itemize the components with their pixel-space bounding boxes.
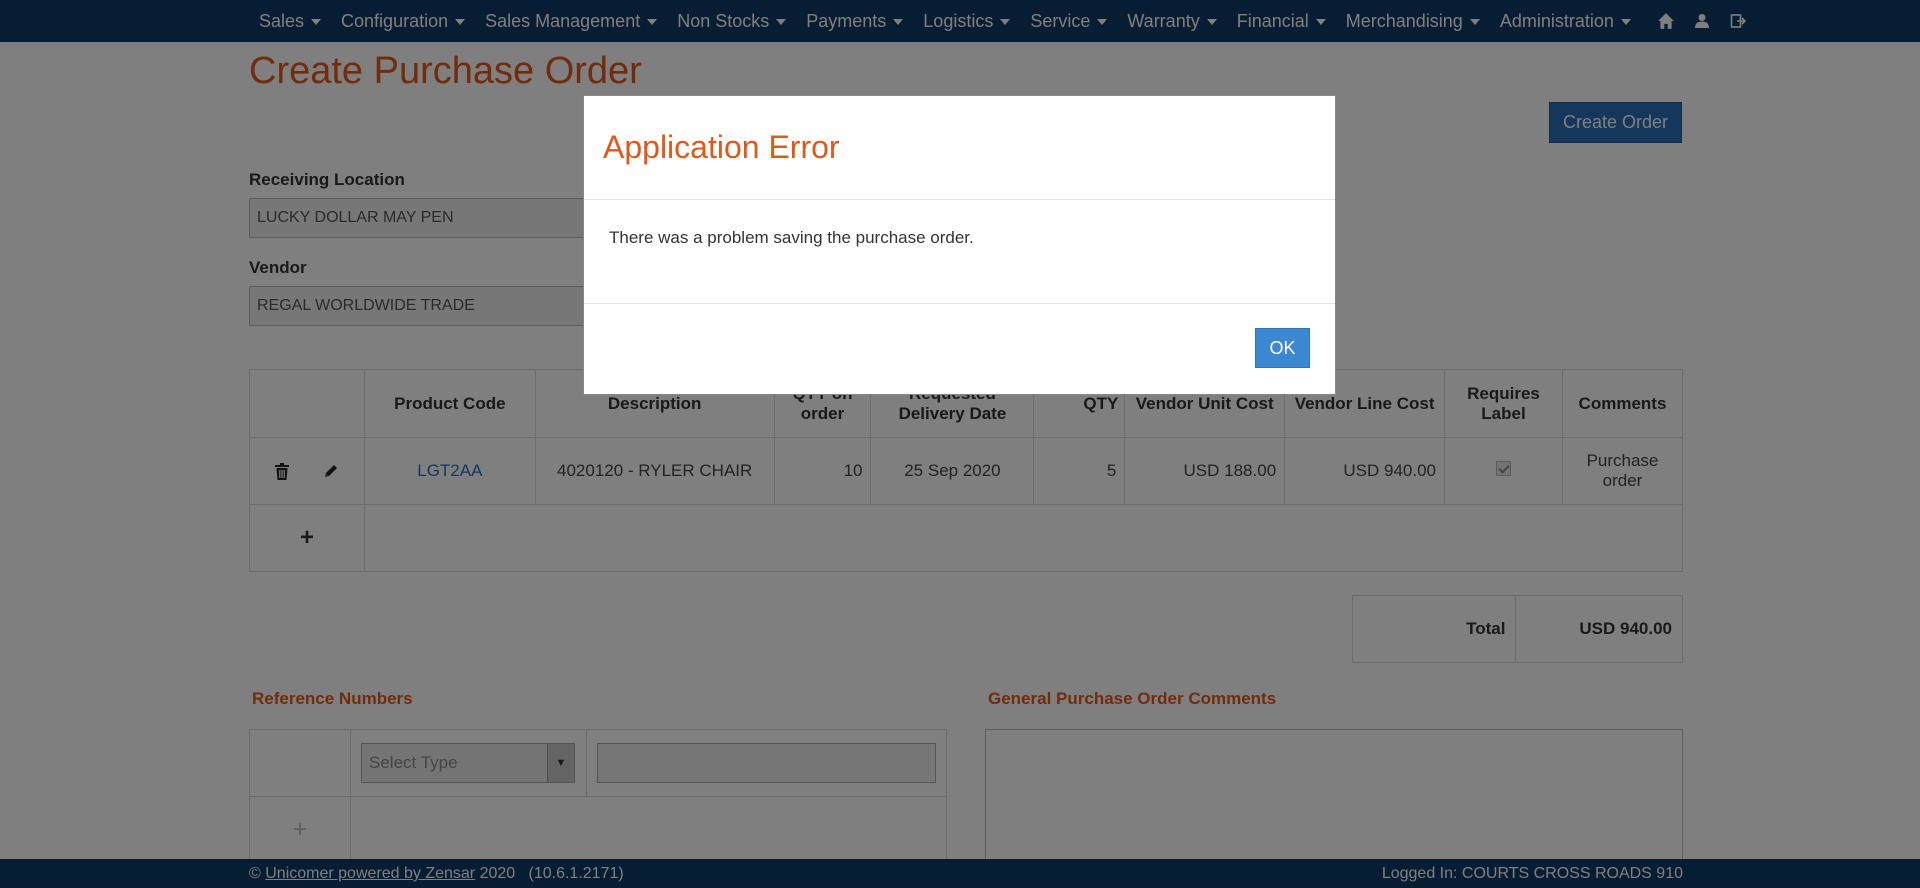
dialog-title: Application Error (603, 129, 840, 165)
dialog-message: There was a problem saving the purchase … (584, 200, 1335, 304)
dialog-header: Application Error (584, 96, 1335, 200)
ok-button[interactable]: OK (1255, 328, 1310, 368)
error-dialog: Application Error There was a problem sa… (583, 95, 1336, 395)
dialog-footer: OK (584, 304, 1335, 394)
